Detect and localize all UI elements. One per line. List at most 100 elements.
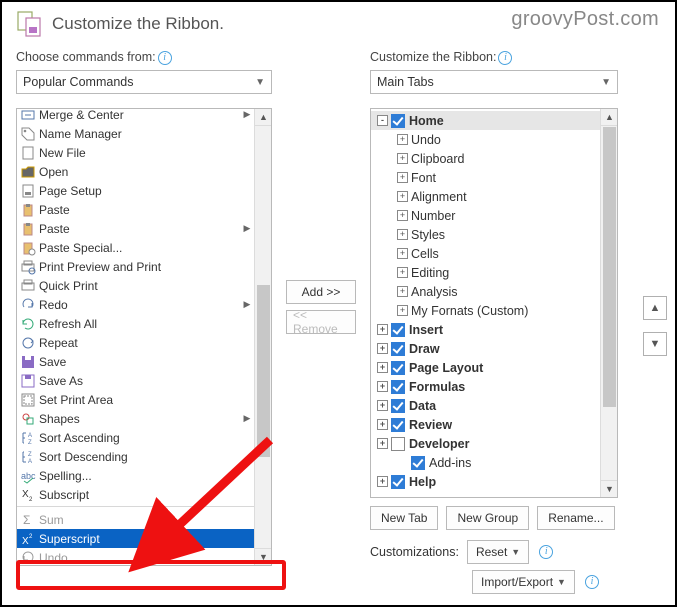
expand-icon[interactable]: + bbox=[397, 134, 408, 145]
expand-icon[interactable]: + bbox=[397, 229, 408, 240]
command-item[interactable]: abcSpelling... bbox=[17, 466, 254, 485]
new-group-button[interactable]: New Group bbox=[446, 506, 529, 530]
command-item[interactable]: Quick Print bbox=[17, 276, 254, 295]
tree-node[interactable]: +Clipboard bbox=[371, 149, 600, 168]
command-item[interactable]: Print Preview and Print bbox=[17, 257, 254, 276]
choose-commands-combo[interactable]: Popular Commands▼ bbox=[16, 70, 272, 94]
expand-icon[interactable]: + bbox=[377, 438, 388, 449]
scroll-up-button[interactable]: ▲ bbox=[255, 109, 272, 126]
checkbox[interactable] bbox=[391, 114, 405, 128]
import-export-button[interactable]: Import/Export▼ bbox=[472, 570, 575, 594]
info-icon[interactable]: i bbox=[158, 51, 172, 65]
command-item[interactable]: X2Superscript bbox=[17, 529, 254, 548]
checkbox[interactable] bbox=[391, 437, 405, 451]
command-item[interactable]: Name Manager bbox=[17, 124, 254, 143]
expand-icon[interactable]: + bbox=[377, 381, 388, 392]
command-item[interactable]: ZASort Descending bbox=[17, 447, 254, 466]
move-down-button[interactable]: ▼ bbox=[643, 332, 667, 356]
expand-icon[interactable]: + bbox=[397, 305, 408, 316]
scroll-down-button[interactable]: ▼ bbox=[601, 480, 618, 497]
tree-node[interactable]: +Draw bbox=[371, 339, 600, 358]
checkbox[interactable] bbox=[391, 418, 405, 432]
tree-node[interactable]: +Editing bbox=[371, 263, 600, 282]
tree-node[interactable]: +Styles bbox=[371, 225, 600, 244]
tree-node[interactable]: +Data bbox=[371, 396, 600, 415]
command-item[interactable]: Undo bbox=[17, 548, 254, 566]
command-item[interactable]: Redo▶ bbox=[17, 295, 254, 314]
reset-button[interactable]: Reset▼ bbox=[467, 540, 529, 564]
customize-ribbon-combo[interactable]: Main Tabs▼ bbox=[370, 70, 618, 94]
add-button[interactable]: Add >> bbox=[286, 280, 356, 304]
collapse-icon[interactable]: - bbox=[377, 115, 388, 126]
tree-node[interactable]: +Insert bbox=[371, 320, 600, 339]
checkbox[interactable] bbox=[391, 475, 405, 489]
expand-icon[interactable]: + bbox=[377, 419, 388, 430]
scroll-thumb[interactable] bbox=[257, 285, 270, 457]
tree-node[interactable]: +Font bbox=[371, 168, 600, 187]
tabs-tree[interactable]: -Home+Undo+Clipboard+Font+Alignment+Numb… bbox=[370, 108, 618, 498]
tree-node[interactable]: +Cells bbox=[371, 244, 600, 263]
expand-icon[interactable]: + bbox=[397, 153, 408, 164]
tree-label: Alignment bbox=[411, 190, 467, 204]
scrollbar[interactable]: ▲ ▼ bbox=[254, 109, 271, 565]
expand-icon[interactable]: + bbox=[397, 191, 408, 202]
info-icon[interactable]: i bbox=[498, 51, 512, 65]
info-icon[interactable]: i bbox=[585, 575, 599, 589]
expand-icon[interactable]: + bbox=[377, 324, 388, 335]
expand-icon[interactable]: + bbox=[397, 267, 408, 278]
expand-icon[interactable]: + bbox=[377, 362, 388, 373]
tree-node[interactable]: +Alignment bbox=[371, 187, 600, 206]
scroll-up-button[interactable]: ▲ bbox=[601, 109, 618, 126]
tree-node[interactable]: +Analysis bbox=[371, 282, 600, 301]
commands-listbox[interactable]: Insert Sheet ColumnsInsert Sheet RowsIns… bbox=[16, 108, 272, 566]
command-item[interactable]: Page Setup bbox=[17, 181, 254, 200]
expand-icon[interactable]: + bbox=[377, 400, 388, 411]
expand-icon[interactable]: + bbox=[397, 286, 408, 297]
sup-icon: X2 bbox=[19, 531, 37, 547]
expand-icon[interactable]: + bbox=[397, 210, 408, 221]
tree-node[interactable]: +Review bbox=[371, 415, 600, 434]
expand-icon[interactable]: + bbox=[397, 248, 408, 259]
rename-button[interactable]: Rename... bbox=[537, 506, 614, 530]
tree-node[interactable]: +Formulas bbox=[371, 377, 600, 396]
checkbox[interactable] bbox=[391, 380, 405, 394]
tree-node[interactable]: +Developer bbox=[371, 434, 600, 453]
checkbox[interactable] bbox=[391, 323, 405, 337]
command-item[interactable]: Open bbox=[17, 162, 254, 181]
move-up-button[interactable]: ▲ bbox=[643, 296, 667, 320]
checkbox[interactable] bbox=[411, 456, 425, 470]
command-item[interactable]: Paste bbox=[17, 200, 254, 219]
remove-button[interactable]: << Remove bbox=[286, 310, 356, 334]
command-item[interactable]: AZSort Ascending bbox=[17, 428, 254, 447]
command-item[interactable]: X2Subscript bbox=[17, 485, 254, 504]
checkbox[interactable] bbox=[391, 342, 405, 356]
scrollbar[interactable]: ▲ ▼ bbox=[600, 109, 617, 497]
checkbox[interactable] bbox=[391, 361, 405, 375]
info-icon[interactable]: i bbox=[539, 545, 553, 559]
tree-node[interactable]: +Help bbox=[371, 472, 600, 491]
command-item[interactable]: Save As bbox=[17, 371, 254, 390]
tree-node[interactable]: Add-ins bbox=[371, 453, 600, 472]
tree-node[interactable]: +Undo bbox=[371, 130, 600, 149]
tree-node[interactable]: +My Fornats (Custom) bbox=[371, 301, 600, 320]
tree-node[interactable]: +Page Layout bbox=[371, 358, 600, 377]
tree-node[interactable]: -Home bbox=[371, 111, 600, 130]
command-item[interactable]: ΣSum bbox=[17, 510, 254, 529]
command-item[interactable]: Set Print Area bbox=[17, 390, 254, 409]
command-item[interactable]: Paste Special... bbox=[17, 238, 254, 257]
scroll-thumb[interactable] bbox=[603, 127, 616, 407]
command-item[interactable]: Paste▶ bbox=[17, 219, 254, 238]
command-item[interactable]: Shapes▶ bbox=[17, 409, 254, 428]
command-item[interactable]: Merge & Center▶ bbox=[17, 108, 254, 124]
expand-icon[interactable]: + bbox=[377, 476, 388, 487]
tree-node[interactable]: +Number bbox=[371, 206, 600, 225]
command-item[interactable]: Save bbox=[17, 352, 254, 371]
expand-icon[interactable]: + bbox=[377, 343, 388, 354]
scroll-down-button[interactable]: ▼ bbox=[255, 548, 272, 565]
new-tab-button[interactable]: New Tab bbox=[370, 506, 438, 530]
expand-icon[interactable]: + bbox=[397, 172, 408, 183]
checkbox[interactable] bbox=[391, 399, 405, 413]
command-item[interactable]: Repeat bbox=[17, 333, 254, 352]
command-item[interactable]: Refresh All bbox=[17, 314, 254, 333]
command-item[interactable]: New File bbox=[17, 143, 254, 162]
